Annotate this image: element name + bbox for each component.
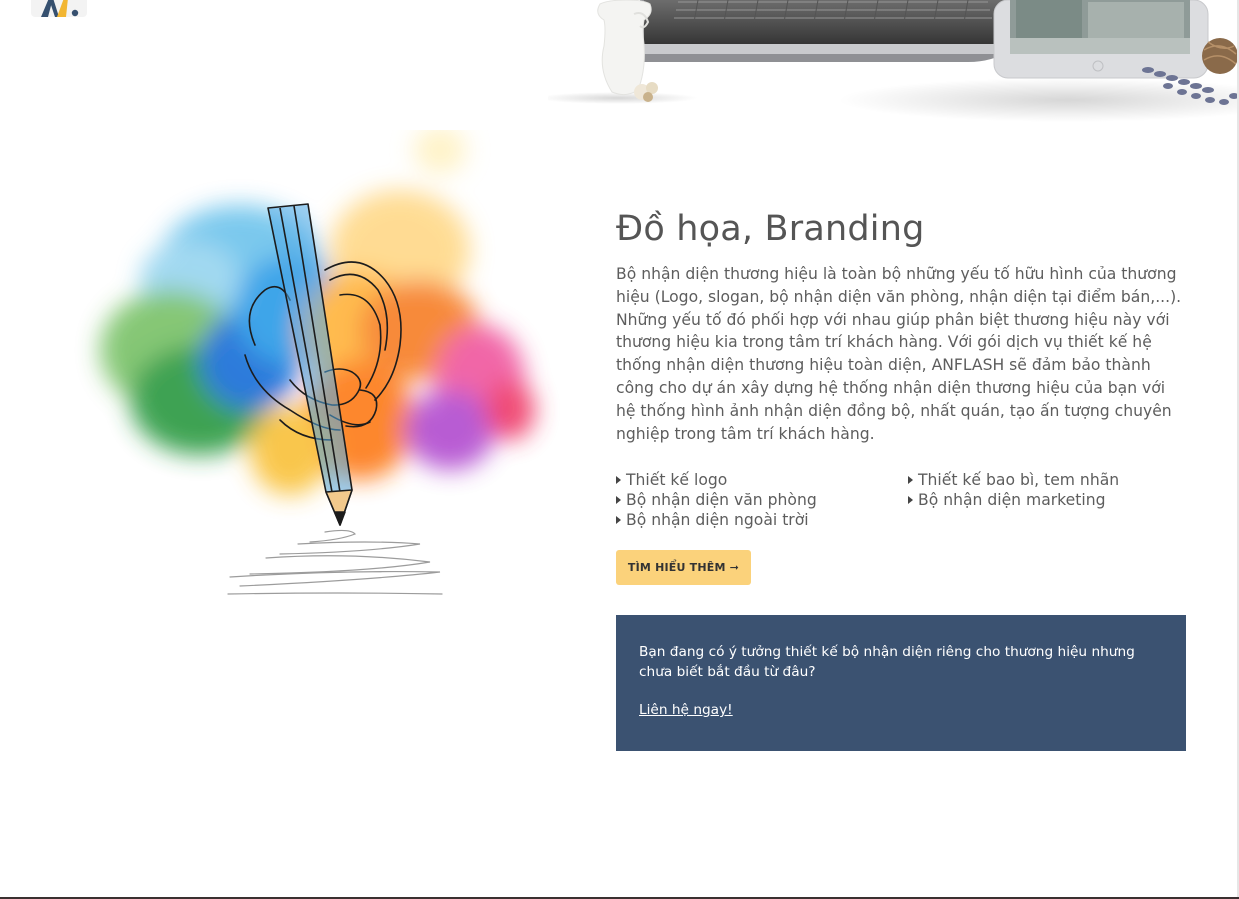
feature-list: Thiết kế logo Bộ nhận diện văn phòng Bộ … [616,470,1186,532]
section-title: Đồ họa, Branding [616,209,925,249]
contact-now-link[interactable]: Liên hệ ngay! [639,702,733,718]
pencil-hand-watercolor-illustration [100,130,535,595]
caret-right-icon [616,516,621,524]
anflash-logo-icon [41,0,79,17]
feature-label: Thiết kế bao bì, tem nhãn [918,471,1120,489]
caret-right-icon [616,476,621,484]
feature-item: Thiết kế bao bì, tem nhãn [908,470,1119,490]
contact-callout: Bạn đang có ý tưởng thiết kế bộ nhận diệ… [616,615,1186,751]
site-logo[interactable] [31,0,87,17]
branding-content: Đồ họa, Branding Bộ nhận diện thương hiệ… [616,205,1186,445]
feature-item: Bộ nhận diện văn phòng [616,490,817,510]
caret-right-icon [908,476,913,484]
section-description: Bộ nhận diện thương hiệu là toàn bộ nhữn… [616,265,1182,443]
feature-label: Bộ nhận diện ngoài trời [626,511,809,529]
caret-right-icon [908,496,913,504]
laptop-tablet-vase-photo [548,0,1239,122]
callout-text: Bạn đang có ý tưởng thiết kế bộ nhận diệ… [639,644,1135,680]
feature-item: Bộ nhận diện marketing [908,490,1105,510]
feature-label: Bộ nhận diện văn phòng [626,491,817,509]
hero-devices-image [548,0,1239,130]
caret-right-icon [616,496,621,504]
feature-item: Bộ nhận diện ngoài trời [616,510,809,530]
branding-illustration [40,130,560,610]
learn-more-button[interactable]: TÌM HIỂU THÊM ➞ [616,550,751,585]
feature-label: Thiết kế logo [626,471,728,489]
feature-item: Thiết kế logo [616,470,727,490]
feature-label: Bộ nhận diện marketing [918,491,1106,509]
